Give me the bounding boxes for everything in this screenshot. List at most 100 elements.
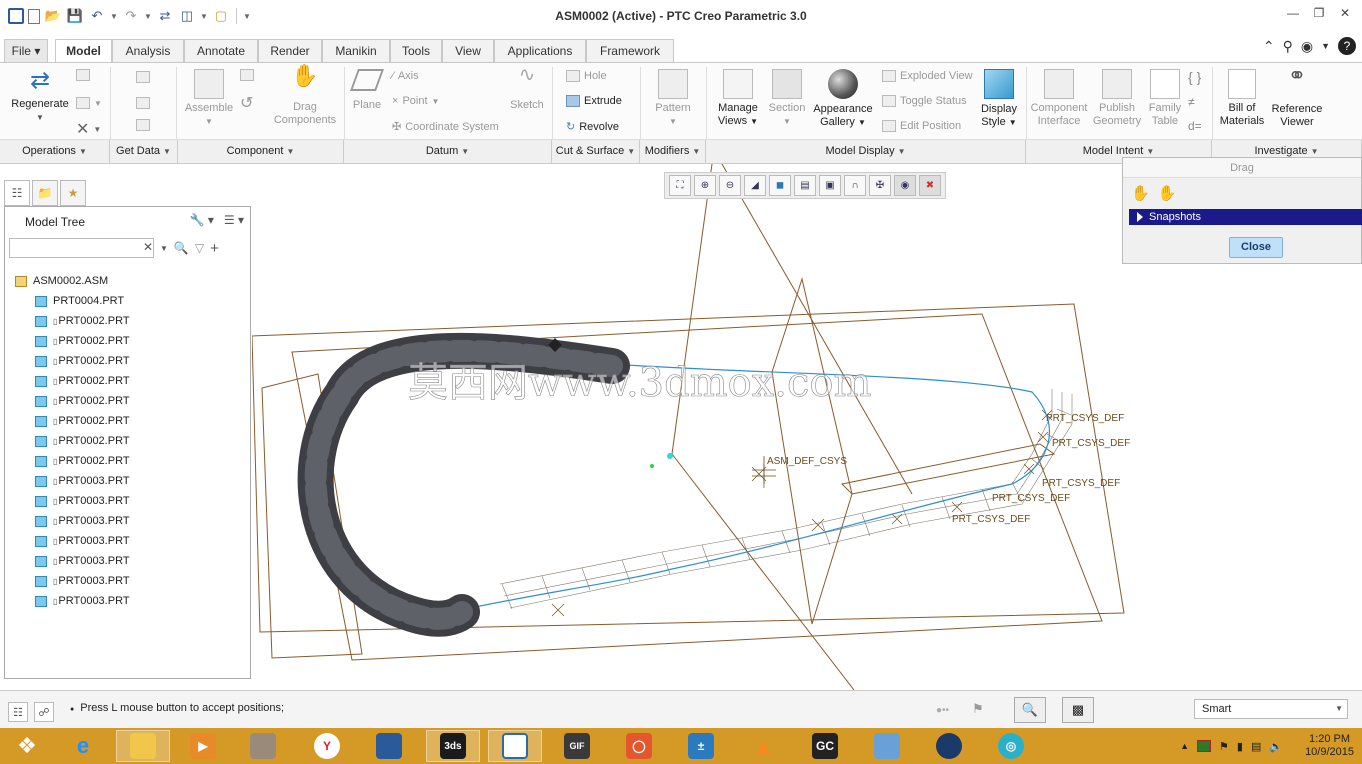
flag-icon[interactable]: ⚑ [972, 701, 984, 717]
kerkythea-icon[interactable] [922, 730, 976, 762]
pattern-button[interactable]: Pattern ▼ [650, 69, 696, 128]
selection-filter[interactable]: Smart ▼ [1194, 699, 1348, 719]
firewall-icon[interactable] [236, 730, 290, 762]
repeat-button[interactable]: ↺ [240, 93, 253, 113]
paste-button[interactable]: ▼ [76, 97, 102, 109]
tree-item[interactable]: ▯ PRT0002.PRT [15, 351, 245, 371]
datum-display-icon[interactable]: ✠ [869, 175, 891, 196]
search-icon[interactable]: ⚲ [1283, 38, 1293, 55]
regenerate-button[interactable]: ⇄ Regenerate ▼ [6, 67, 74, 124]
tree-search-input[interactable] [9, 238, 154, 258]
extrude-button[interactable]: Extrude [566, 95, 622, 107]
point-button[interactable]: × Point ▼ [392, 95, 439, 107]
selection-buffer-button[interactable]: ▩ [1062, 697, 1094, 723]
tree-item[interactable]: ▯ PRT0003.PRT [15, 531, 245, 551]
network-icon[interactable] [860, 730, 914, 762]
gc-icon[interactable]: GC [798, 730, 852, 762]
exploded-view-button[interactable]: Exploded View [882, 70, 973, 82]
flag-icon[interactable]: ⚑ [1219, 740, 1229, 753]
parameters-button[interactable]: d= [1188, 119, 1202, 133]
tab-model[interactable]: Model [55, 39, 112, 63]
assemble-button[interactable]: Assemble ▼ [182, 69, 236, 128]
sketch-button[interactable]: ∿ Sketch [506, 65, 548, 112]
redo-icon[interactable]: ↷ [122, 7, 140, 25]
toggle-status-button[interactable]: Toggle Status [882, 95, 967, 107]
explorer-icon[interactable] [362, 730, 416, 762]
bill-of-materials-button[interactable]: Bill of Materials [1216, 69, 1268, 128]
group-model-display[interactable]: Model Display ▼ [706, 140, 1026, 164]
ie-icon[interactable]: e [56, 730, 110, 762]
tree-show-icon[interactable]: ☰ ▾ [224, 213, 244, 227]
revolve-button[interactable]: ↻ Revolve [566, 120, 619, 134]
tab-manikin[interactable]: Manikin [322, 39, 390, 62]
tree-item[interactable]: ▯ PRT0002.PRT [15, 411, 245, 431]
restore-icon[interactable]: ❐ [1312, 6, 1326, 20]
copy-button[interactable] [76, 69, 90, 81]
collapse-ribbon-icon[interactable]: ⌃ [1263, 38, 1275, 55]
windows-icon[interactable]: ◫ [178, 7, 196, 25]
creo-icon[interactable] [488, 730, 542, 762]
group-component[interactable]: Component ▼ [178, 140, 344, 164]
close-icon[interactable]: ✕ [1338, 6, 1352, 20]
redo-dropdown-icon[interactable]: ▼ [144, 12, 152, 21]
calculator-icon[interactable]: ± [674, 730, 728, 762]
display-style-button[interactable]: Display Style ▼ [976, 69, 1022, 129]
save-icon[interactable]: 💾 [66, 7, 84, 25]
undo-dropdown-icon[interactable]: ▼ [110, 12, 118, 21]
tree-item[interactable]: ▯ PRT0002.PRT [15, 331, 245, 351]
network-status-icon[interactable]: ▤ [1251, 740, 1261, 753]
tree-item[interactable]: PRT0004.PRT [15, 291, 245, 311]
tab-tools[interactable]: Tools [390, 39, 442, 62]
appearance-gallery-button[interactable]: Appearance Gallery ▼ [810, 69, 876, 129]
office-icon[interactable]: ◯ [612, 730, 666, 762]
favorites-tab-icon[interactable]: ★ [60, 180, 86, 206]
group-get-data[interactable]: Get Data ▼ [110, 140, 178, 164]
drag-components-button[interactable]: ✋ Drag Components [268, 65, 342, 127]
opera-icon[interactable]: Y [300, 730, 354, 762]
tree-item[interactable]: ▯ PRT0003.PRT [15, 591, 245, 611]
power-icon[interactable]: ▮ [1237, 740, 1243, 753]
section-button[interactable]: Section ▼ [764, 69, 810, 128]
tab-file[interactable]: File ▾ [4, 39, 48, 62]
group-datum[interactable]: Datum ▼ [344, 140, 552, 164]
publish-geometry-button[interactable]: Publish Geometry [1090, 69, 1144, 128]
tree-item[interactable]: ▯ PRT0002.PRT [15, 311, 245, 331]
family-table-button[interactable]: Family Table [1146, 69, 1184, 128]
copy-geometry-button[interactable] [136, 97, 150, 109]
relations-button[interactable]: { } [1188, 69, 1201, 85]
tree-item[interactable]: ▯ PRT0003.PRT [15, 491, 245, 511]
find-icon[interactable]: 🔍 [174, 241, 189, 255]
snapshots-section[interactable]: Snapshots [1129, 209, 1362, 225]
filter-icon[interactable]: ▽ [195, 241, 204, 255]
tab-applications[interactable]: Applications [494, 39, 586, 62]
group-operations[interactable]: Operations ▼ [0, 140, 110, 164]
edit-position-button[interactable]: Edit Position [882, 120, 961, 132]
ptc-community-icon[interactable]: ◉ [1301, 38, 1313, 55]
close-window-icon[interactable]: ▢ [212, 7, 230, 25]
plane-button[interactable]: Plane [348, 69, 386, 112]
saved-orientations-icon[interactable]: ▤ [794, 175, 816, 196]
repaint-icon[interactable]: ◢ [744, 175, 766, 196]
close-button[interactable]: Close [1229, 237, 1283, 258]
shrinkwrap-button[interactable] [136, 119, 150, 131]
axis-button[interactable]: ⁄ Axis [392, 70, 419, 82]
reference-viewer-button[interactable]: ⚭ Reference Viewer [1268, 65, 1326, 129]
rainmeter-icon[interactable]: ◎ [984, 730, 1038, 762]
group-modifiers[interactable]: Modifiers ▼ [640, 140, 706, 164]
windows-dropdown-icon[interactable]: ▼ [200, 12, 208, 21]
create-component-button[interactable] [240, 69, 254, 81]
tree-item[interactable]: ▯ PRT0002.PRT [15, 451, 245, 471]
drag-constraint-icon[interactable]: ✋ [1158, 184, 1177, 202]
tree-root[interactable]: ASM0002.ASM [15, 271, 245, 291]
media-player-icon[interactable]: ▶ [176, 730, 230, 762]
model-tree-tab-icon[interactable]: ☷ [4, 180, 30, 206]
windows-start-icon[interactable]: ❖ [0, 730, 54, 762]
coordinate-system-button[interactable]: ✠ Coordinate System [392, 120, 499, 134]
group-cut-surface[interactable]: Cut & Surface ▼ [552, 140, 640, 164]
tree-item[interactable]: ▯ PRT0003.PRT [15, 511, 245, 531]
regenerate-icon[interactable]: ⇄ [156, 7, 174, 25]
minimize-icon[interactable]: — [1286, 6, 1300, 20]
delete-button[interactable]: ✕ ▼ [76, 119, 101, 139]
add-icon[interactable]: + [210, 240, 219, 257]
tree-settings-icon[interactable]: 🔧 ▾ [190, 213, 214, 227]
